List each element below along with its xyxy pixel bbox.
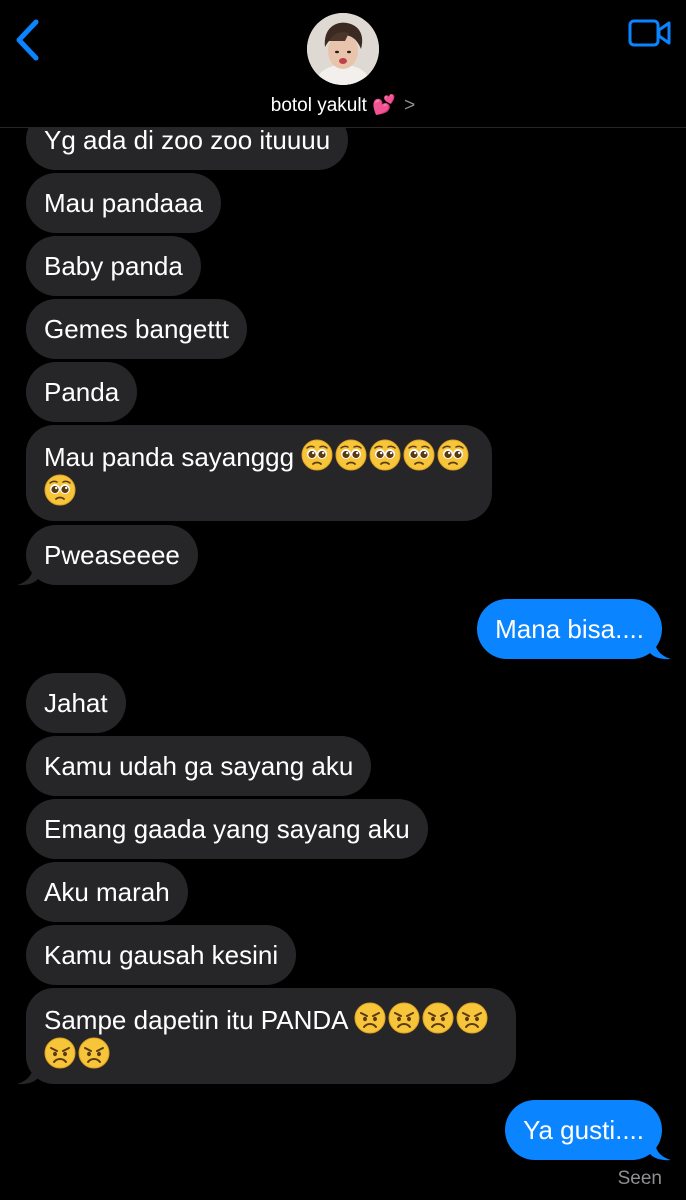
message-text: Baby panda [44,251,183,281]
message-text: Mana bisa.... [495,614,644,644]
two-hearts-icon: 💕 [372,95,396,116]
message-received[interactable]: Emang gaada yang sayang aku [26,799,428,859]
bubble-tail [649,640,671,660]
angry-face-icon [456,1002,488,1034]
message-received[interactable]: Aku marah [26,862,188,922]
message-text: Yg ada di zoo zoo ituuuu [44,125,331,155]
contact-name-button[interactable]: botol yakult 💕 > [0,93,686,117]
message-received[interactable]: Mau pandaaa [26,173,222,233]
message-text: Gemes bangettt [44,314,229,344]
contact-avatar[interactable] [307,13,379,85]
conversation-header: botol yakult 💕 > [0,0,686,128]
message-text: Kamu gausah kesini [44,940,279,970]
message-received[interactable]: Jahat [26,673,126,733]
pleading-face-icon [335,439,367,471]
message-text: Emang gaada yang sayang aku [44,814,410,844]
chevron-left-icon[interactable] [10,16,46,64]
pleading-face-icon [437,439,469,471]
pleading-face-icon [301,439,333,471]
message-sent[interactable]: Mana bisa.... [477,599,662,659]
message-text: Mau panda sayanggg [44,442,295,472]
video-camera-icon[interactable] [628,18,672,48]
pleading-face-icon [44,474,76,506]
message-text: Sampe dapetin itu PANDA [44,1005,348,1035]
message-text: Panda [44,377,120,407]
message-text: Pweaseeee [44,540,180,570]
bubble-tail [17,566,39,586]
angry-face-icon [78,1037,110,1069]
message-text: Jahat [44,688,108,718]
angry-face-icon [388,1002,420,1034]
message-received[interactable]: Pweaseeee [26,525,198,585]
chevron-right-icon: > [404,95,416,116]
read-receipt: Seen [617,1168,662,1189]
angry-face-icon [44,1037,76,1069]
chat-screen: Yg ada di zoo zoo ituuuu Mau pandaaa Bab… [0,0,686,1200]
message-text: Kamu udah ga sayang aku [44,751,354,781]
pleading-face-icon [403,439,435,471]
message-received[interactable]: Kamu udah ga sayang aku [26,736,372,796]
message-received[interactable]: Sampe dapetin itu PANDA [26,988,516,1084]
contact-name: botol yakult [270,95,367,116]
message-received[interactable]: Baby panda [26,236,201,296]
message-text: Ya gusti.... [523,1115,644,1145]
angry-face-icon [422,1002,454,1034]
message-received[interactable]: Mau panda sayanggg [26,425,492,521]
message-text: Mau pandaaa [44,188,204,218]
pleading-face-icon [369,439,401,471]
message-received[interactable]: Gemes bangettt [26,299,247,359]
message-sent[interactable]: Ya gusti.... [505,1100,662,1160]
avatar-photo [307,13,379,85]
angry-face-icon [354,1002,386,1034]
message-received[interactable]: Panda [26,362,138,422]
message-received[interactable]: Kamu gausah kesini [26,925,297,985]
bubble-tail [649,1141,671,1161]
bubble-tail [17,1065,39,1085]
message-text: Aku marah [44,877,170,907]
